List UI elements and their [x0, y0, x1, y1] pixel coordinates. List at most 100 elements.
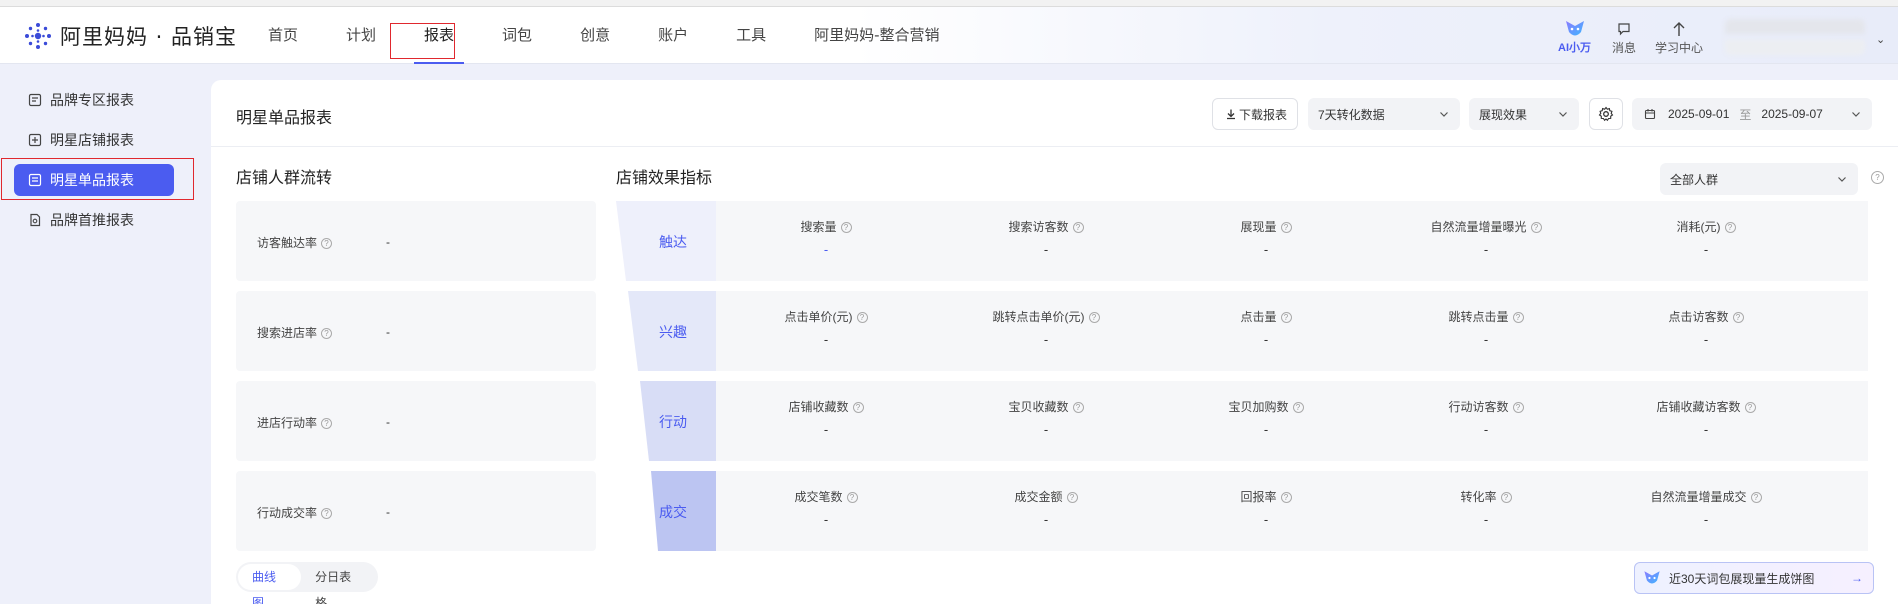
- stage-name: 触达: [659, 234, 687, 250]
- date-separator: 至: [1739, 107, 1752, 122]
- document-icon: [30, 213, 41, 227]
- ai-assistant-label: AI小万: [1558, 42, 1591, 54]
- help-icon[interactable]: ?: [321, 508, 333, 520]
- user-account-info[interactable]: [1725, 19, 1865, 55]
- flow-row: 访客触达率? -: [236, 201, 596, 281]
- metric-label: 展现量: [1240, 220, 1277, 234]
- tab-daily-table[interactable]: 分日表格: [301, 564, 376, 604]
- conversion-window-select[interactable]: 7天转化数据: [1308, 98, 1460, 130]
- help-icon[interactable]: ?: [856, 312, 868, 324]
- help-icon[interactable]: ?: [1732, 312, 1744, 324]
- help-icon[interactable]: ?: [846, 492, 858, 504]
- sidebar-item-brand-zone-report[interactable]: 品牌专区报表: [14, 84, 174, 116]
- ai-assistant-icon: [1644, 571, 1660, 584]
- help-icon[interactable]: ?: [1724, 222, 1736, 234]
- flow-section-title: 店铺人群流转: [236, 168, 333, 187]
- panel-divider: [211, 146, 1898, 147]
- nav-wordpack[interactable]: 词包: [492, 7, 542, 64]
- metric: 搜索访客数? -: [936, 201, 1156, 257]
- tab-curve-chart[interactable]: 曲线图: [238, 564, 302, 604]
- download-report-button[interactable]: 下载报表: [1212, 98, 1298, 130]
- arrow-right-icon: →: [1851, 571, 1863, 585]
- nav-tools[interactable]: 工具: [726, 7, 776, 64]
- nav-account[interactable]: 账户: [648, 7, 698, 64]
- generate-pie-chart-button[interactable]: 近30天词包展现量生成饼图 →: [1634, 562, 1874, 594]
- chevron-down-icon: [1440, 112, 1448, 117]
- download-icon: [1227, 109, 1235, 120]
- audience-select[interactable]: 全部人群: [1660, 163, 1858, 195]
- date-start: 2025-09-01: [1668, 107, 1730, 121]
- help-icon[interactable]: ?: [1750, 492, 1762, 504]
- help-icon[interactable]: ?: [1280, 222, 1292, 234]
- brand-name: 阿里妈妈 · 品销宝: [60, 25, 238, 49]
- metric-label: 成交笔数: [794, 490, 843, 504]
- effect-section-title: 店铺效果指标: [616, 168, 713, 187]
- sidebar-item-label: 品牌首推报表: [50, 213, 134, 229]
- help-icon[interactable]: ?: [1072, 222, 1084, 234]
- page-title: 明星单品报表: [236, 108, 333, 127]
- metric-value: -: [1483, 422, 1489, 437]
- metric: 消耗(元)? -: [1596, 201, 1816, 257]
- help-icon[interactable]: ?: [321, 328, 333, 340]
- settings-button[interactable]: [1589, 98, 1623, 130]
- sidebar-item-star-shop-report[interactable]: 明星店铺报表: [14, 124, 174, 156]
- metric-value: -: [823, 242, 829, 257]
- help-icon[interactable]: ?: [1500, 492, 1512, 504]
- metric: 搜索量? -: [716, 201, 936, 257]
- help-icon[interactable]: ?: [1530, 222, 1542, 234]
- help-icon[interactable]: ?: [1088, 312, 1100, 324]
- help-icon[interactable]: ?: [1280, 492, 1292, 504]
- metric-label: 行动访客数: [1448, 400, 1509, 414]
- help-icon[interactable]: ?: [1744, 402, 1756, 414]
- conversion-window-value: 7天转化数据: [1318, 107, 1385, 122]
- help-icon[interactable]: ?: [840, 222, 852, 234]
- sidebar-item-label: 明星店铺报表: [50, 133, 134, 149]
- help-icon[interactable]: ?: [1292, 402, 1304, 414]
- metric-label: 自然流量增量成交: [1650, 490, 1747, 504]
- help-icon[interactable]: ?: [852, 402, 864, 414]
- metric: 店铺收藏数? -: [716, 381, 936, 437]
- help-icon[interactable]: ?: [1512, 402, 1524, 414]
- chevron-down-icon[interactable]: ⌄: [1876, 33, 1885, 46]
- date-range-picker[interactable]: 2025-09-01 至 2025-09-07: [1632, 98, 1872, 130]
- help-icon[interactable]: ?: [1066, 492, 1078, 504]
- learning-center-label: 学习中心: [1655, 41, 1704, 55]
- metric: 转化率? -: [1376, 471, 1596, 527]
- metric-value: -: [1263, 242, 1269, 257]
- brand-logo[interactable]: 阿里妈妈 · 品销宝: [22, 21, 237, 51]
- metric-value: -: [1703, 332, 1709, 347]
- metric-label: 点击量: [1240, 310, 1277, 324]
- metric-value: -: [1043, 332, 1049, 347]
- help-icon[interactable]: ?: [1871, 171, 1884, 184]
- metric: 自然流量增量成交? -: [1596, 471, 1816, 527]
- top-header: 阿里妈妈 · 品销宝 首页 计划 报表 词包 创意 账户 工具 阿里妈妈-整合营…: [0, 7, 1898, 64]
- browser-top-strip: [0, 0, 1898, 7]
- flow-label: 搜索进店率: [257, 326, 318, 340]
- nav-home[interactable]: 首页: [258, 7, 308, 64]
- help-icon[interactable]: ?: [321, 238, 333, 250]
- help-icon[interactable]: ?: [1280, 312, 1292, 324]
- metric-value: -: [823, 332, 829, 347]
- effect-type-select[interactable]: 展现效果: [1469, 98, 1579, 130]
- flow-label: 进店行动率: [257, 416, 318, 430]
- help-icon[interactable]: ?: [321, 418, 333, 430]
- learning-center-button[interactable]: 学习中心: [1655, 19, 1703, 56]
- metric: 跳转点击量? -: [1376, 291, 1596, 347]
- metric-label: 店铺收藏访客数: [1656, 400, 1741, 414]
- flow-label: 行动成交率: [257, 506, 318, 520]
- metric-value: -: [823, 512, 829, 527]
- effect-stage-row: 成交 成交笔数? - 成交金额? - 回报率? - 转化率? - 自然流量增量成交? -: [659, 471, 1868, 551]
- metric: 成交笔数? -: [716, 471, 936, 527]
- stage-name: 行动: [659, 414, 687, 430]
- nav-plan[interactable]: 计划: [336, 7, 386, 64]
- flow-label: 访客触达率: [257, 236, 318, 250]
- gear-icon: [1598, 106, 1614, 122]
- nav-creative[interactable]: 创意: [570, 7, 620, 64]
- sidebar-item-brand-first-push-report[interactable]: 品牌首推报表: [14, 204, 174, 236]
- ai-assistant-button[interactable]: AI小万: [1558, 19, 1591, 55]
- nav-integrated-marketing[interactable]: 阿里妈妈-整合营销: [804, 7, 949, 64]
- help-icon[interactable]: ?: [1072, 402, 1084, 414]
- metric-value: -: [1703, 422, 1709, 437]
- help-icon[interactable]: ?: [1512, 312, 1524, 324]
- messages-button[interactable]: 消息: [1612, 19, 1636, 56]
